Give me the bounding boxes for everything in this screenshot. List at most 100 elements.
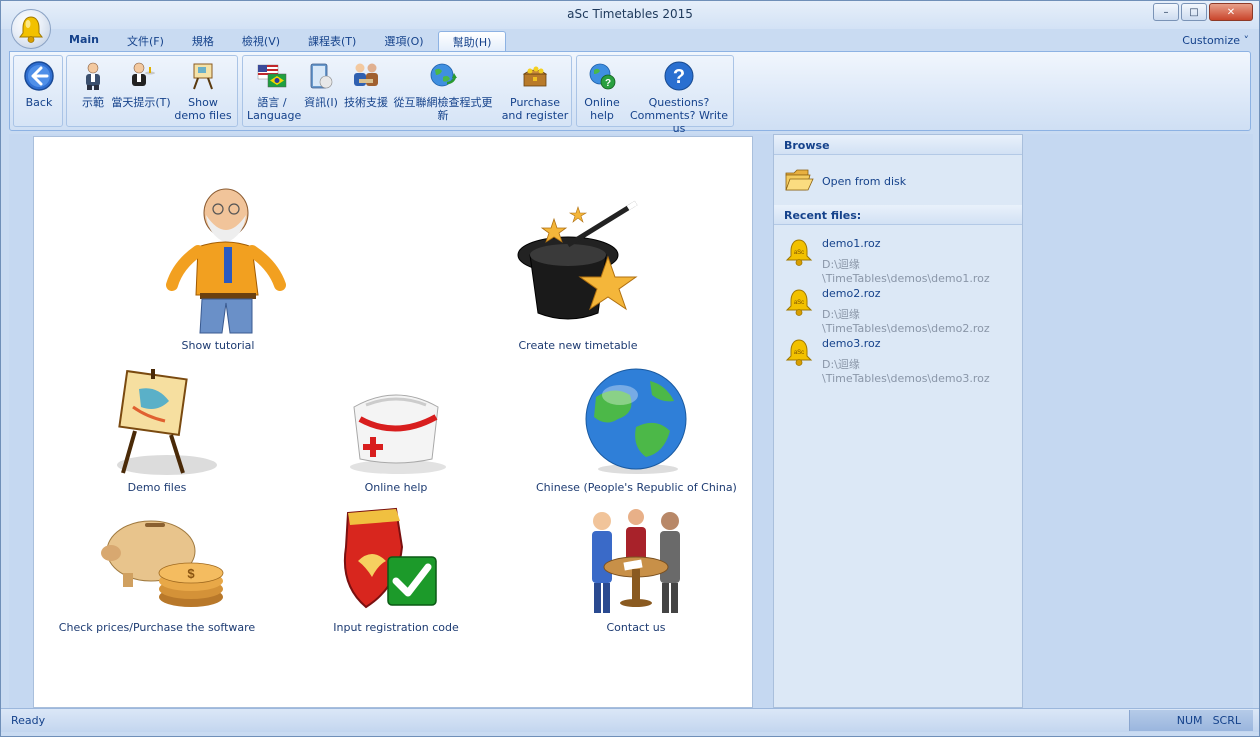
customize-menu[interactable]: Customize ˅ (1182, 34, 1249, 47)
tab-view[interactable]: 檢視(V) (228, 31, 294, 51)
online-help-ribbon-label: Online help (584, 96, 620, 122)
tab-help[interactable]: 幫助(H) (437, 31, 507, 51)
svg-text:aSc: aSc (794, 250, 804, 256)
check-prices-tile[interactable]: $ Check prices/Purchase the software (57, 507, 257, 634)
back-button[interactable]: Back (16, 58, 62, 109)
info-button[interactable]: 資訊(I) (301, 58, 341, 109)
support-button[interactable]: 技術支援 (343, 58, 389, 109)
update-globe-icon (427, 60, 459, 92)
browse-header: Browse (774, 135, 1022, 155)
bell-file-icon: aSc (784, 287, 814, 320)
recent-file-path: D:\迴缘\TimeTables\demos\demo3.roz (822, 358, 990, 385)
demo-files-label: Demo files (127, 481, 187, 494)
recent-file-item[interactable]: aSc demo3.roz D:\迴缘\TimeTables\demos\dem… (774, 325, 1022, 385)
status-bar: Ready NUM SCRL (1, 708, 1259, 732)
online-help-tile[interactable]: Online help (296, 367, 496, 494)
easel-icon (187, 60, 219, 92)
info-book-icon (305, 60, 337, 92)
write-us-label: Questions? Comments? Write us (629, 96, 728, 135)
contact-us-label: Contact us (606, 621, 666, 634)
registration-tile[interactable]: Input registration code (296, 507, 496, 634)
open-from-disk-label: Open from disk (822, 175, 907, 188)
question-icon: ? (663, 60, 695, 92)
recent-file-name: demo2.roz (822, 287, 881, 300)
flags-icon (256, 60, 288, 92)
tab-timetable[interactable]: 課程表(T) (294, 31, 370, 51)
status-indicators: NUM SCRL (1129, 710, 1253, 731)
painting-easel-icon (87, 367, 227, 477)
ribbon-group-help: ? Online help ? Questions? Comments? Wri… (576, 55, 734, 135)
shield-check-icon (326, 507, 466, 617)
minimize-button[interactable]: – (1153, 3, 1179, 21)
online-help-ribbon-button[interactable]: ? Online help (579, 58, 625, 122)
person-icon (77, 60, 109, 92)
scroll-lock-indicator: SCRL (1212, 714, 1241, 727)
waiter-icon (125, 60, 157, 92)
create-timetable-tile[interactable]: Create new timetable (478, 185, 678, 352)
recent-files-header: Recent files: (774, 205, 1022, 225)
app-title: aSc Timetables 2015 (567, 7, 693, 21)
tab-file[interactable]: 文件(F) (113, 31, 178, 51)
show-tutorial-tile[interactable]: Show tutorial (118, 185, 318, 352)
bell-file-icon: aSc (784, 237, 814, 270)
recent-file-item[interactable]: aSc demo1.roz D:\迴缘\TimeTables\demos\dem… (774, 225, 1022, 285)
piggy-bank-icon: $ (87, 507, 227, 617)
info-label: 資訊(I) (304, 96, 338, 109)
write-us-button[interactable]: ? Questions? Comments? Write us (625, 58, 733, 135)
svg-text:aSc: aSc (794, 300, 804, 306)
status-text: Ready (11, 714, 46, 727)
chinese-language-label: Chinese (People's Republic of China) (536, 481, 737, 494)
help-globe-icon: ? (586, 60, 618, 92)
tutor-man-icon (148, 185, 288, 335)
check-update-button[interactable]: 從互聯網檢查程式更新 (389, 58, 497, 122)
start-page: Show tutorial Create new timetable Demo … (33, 136, 753, 708)
ribbon-group-info: 語言 / Language 資訊(I) 技術支援 從互聯網檢查程式更新 Purc… (242, 55, 572, 127)
support-people-icon (350, 60, 382, 92)
app-menu-button[interactable] (11, 9, 51, 49)
support-label: 技術支援 (344, 96, 388, 109)
demo-files-tile[interactable]: Demo files (57, 367, 257, 494)
treasure-chest-icon (519, 60, 551, 92)
tip-label: 當天提示(T) (111, 96, 171, 109)
window-controls: – □ ✕ (1153, 3, 1253, 21)
show-demo-files-button[interactable]: Show demo files (171, 58, 235, 122)
recent-file-name: demo3.roz (822, 337, 881, 350)
close-button[interactable]: ✕ (1209, 3, 1253, 21)
tab-main[interactable]: Main (57, 31, 113, 51)
svg-text:?: ? (605, 78, 611, 89)
svg-text:$: $ (187, 566, 195, 581)
back-arrow-icon (23, 60, 55, 92)
globe-icon (566, 367, 706, 477)
app-window: aSc Timetables 2015 – □ ✕ Main 文件(F) 規格 … (0, 0, 1260, 737)
open-from-disk-item[interactable]: Open from disk (774, 155, 1022, 205)
tip-of-day-button[interactable]: 當天提示(T) (111, 58, 171, 109)
back-label: Back (25, 96, 53, 109)
online-help-label: Online help (364, 481, 428, 494)
recent-file-item[interactable]: aSc demo2.roz D:\迴缘\TimeTables\demos\dem… (774, 275, 1022, 335)
title-bar: aSc Timetables 2015 – □ ✕ (1, 1, 1259, 29)
content-area: Show tutorial Create new timetable Demo … (9, 134, 1253, 708)
meeting-people-icon (566, 507, 706, 617)
nurse-cap-icon (326, 367, 466, 477)
ribbon-tabs: Main 文件(F) 規格 檢視(V) 課程表(T) 選項(O) 幫助(H) (57, 31, 507, 51)
ribbon-panel: Back 示範 當天提示(T) Show demo files 語言 / Lan… (9, 51, 1251, 135)
purchase-label: Purchase and register (501, 96, 569, 122)
tab-options[interactable]: 選項(O) (370, 31, 437, 51)
create-timetable-label: Create new timetable (518, 339, 638, 352)
ribbon-group-tutorial: 示範 當天提示(T) Show demo files (66, 55, 238, 127)
check-update-label: 從互聯網檢查程式更新 (393, 96, 493, 122)
show-tutorial-label: Show tutorial (181, 339, 255, 352)
chinese-language-tile[interactable]: Chinese (People's Republic of China) (536, 367, 737, 494)
maximize-button[interactable]: □ (1181, 3, 1207, 21)
tab-specs[interactable]: 規格 (178, 31, 228, 51)
demo-button[interactable]: 示範 (73, 58, 113, 109)
language-button[interactable]: 語言 / Language (247, 58, 302, 122)
language-label: 語言 / Language (247, 96, 302, 122)
bell-icon (19, 16, 43, 43)
purchase-button[interactable]: Purchase and register (499, 58, 571, 122)
demo-label: 示範 (82, 96, 104, 109)
magic-hat-icon (508, 185, 648, 335)
folder-icon (784, 167, 814, 196)
empty-area (1025, 134, 1253, 708)
contact-us-tile[interactable]: Contact us (536, 507, 736, 634)
